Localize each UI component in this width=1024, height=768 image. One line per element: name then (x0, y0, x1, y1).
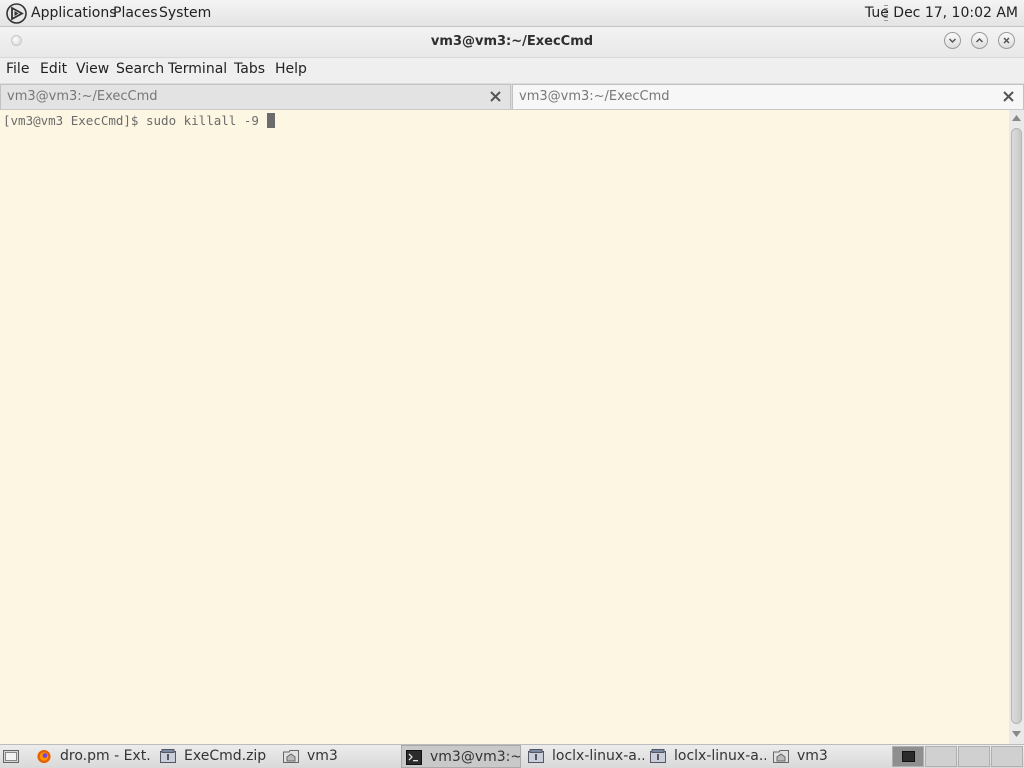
menu-terminal[interactable]: Terminal (168, 61, 227, 77)
tab-label: vm3@vm3:~/ExecCmd (519, 89, 670, 104)
clock[interactable]: Tue Dec 17, 10:02 AM (865, 5, 1018, 21)
taskbar-item-firefox[interactable]: dro.pm - Ext... (32, 745, 152, 768)
scroll-down-icon[interactable] (1012, 731, 1021, 737)
prompt-line: [vm3@vm3 ExecCmd]$ sudo killall -9 (3, 113, 276, 128)
minimize-button[interactable] (944, 32, 961, 49)
chevron-up-icon (975, 37, 984, 43)
scroll-up-icon[interactable] (1012, 115, 1021, 121)
firefox-icon (37, 749, 51, 764)
close-icon[interactable] (1002, 90, 1015, 103)
window-titlebar[interactable]: vm3@vm3:~/ExecCmd (0, 27, 1024, 58)
terminal-icon (406, 750, 422, 765)
top-panel: Applications Places System Tue Dec 17, 1… (0, 0, 1024, 27)
archive-icon (528, 749, 544, 763)
applications-menu[interactable]: Applications (31, 5, 117, 21)
menubar: File Edit View Search Terminal Tabs Help (0, 58, 1024, 83)
taskbar-item-loclx-2[interactable]: loclx-linux-a... (646, 745, 766, 768)
close-icon (1003, 37, 1010, 44)
task-label: vm3@vm3:~... (430, 749, 521, 765)
task-label: vm3 (307, 748, 338, 764)
folder-icon (773, 750, 789, 763)
archive-icon (160, 749, 176, 763)
maximize-button[interactable] (971, 32, 988, 49)
tab-terminal-1[interactable]: vm3@vm3:~/ExecCmd (0, 84, 511, 109)
workspace-3[interactable] (958, 746, 990, 767)
scroll-thumb[interactable] (1011, 128, 1022, 724)
show-desktop-button[interactable] (0, 745, 24, 768)
chevron-down-icon (948, 38, 957, 44)
shell-prompt: [vm3@vm3 ExecCmd]$ (3, 113, 146, 128)
distro-logo-icon[interactable] (6, 3, 27, 24)
close-icon[interactable] (489, 90, 502, 103)
task-label: dro.pm - Ext... (60, 748, 152, 764)
workspace-2[interactable] (925, 746, 957, 767)
folder-icon (283, 750, 299, 763)
workspace-1[interactable] (892, 746, 924, 767)
text-cursor (267, 113, 276, 128)
terminal-output[interactable]: [vm3@vm3 ExecCmd]$ sudo killall -9 (0, 110, 1009, 744)
taskbar-item-execmd-zip[interactable]: ExeCmd.zip (156, 745, 276, 768)
task-label: loclx-linux-a... (552, 748, 644, 764)
archive-icon (650, 749, 666, 763)
taskbar-item-folder-vm3[interactable]: vm3 (279, 745, 399, 768)
places-menu[interactable]: Places (113, 5, 158, 21)
menu-help[interactable]: Help (275, 61, 307, 77)
tab-bar: vm3@vm3:~/ExecCmd vm3@vm3:~/ExecCmd (0, 83, 1024, 110)
task-label: ExeCmd.zip (184, 748, 267, 764)
task-label: vm3 (797, 748, 828, 764)
desktop-icon (3, 750, 19, 763)
terminal-scrollbar[interactable] (1009, 110, 1024, 744)
workspace-4[interactable] (991, 746, 1023, 767)
bottom-taskbar: dro.pm - Ext... ExeCmd.zip vm3 vm3@vm3:~… (0, 744, 1024, 768)
taskbar-item-terminal[interactable]: vm3@vm3:~... (401, 745, 521, 768)
menu-file[interactable]: File (6, 61, 29, 77)
tab-label: vm3@vm3:~/ExecCmd (7, 89, 158, 104)
window-title: vm3@vm3:~/ExecCmd (430, 34, 594, 49)
menu-view[interactable]: View (76, 61, 109, 77)
taskbar-item-loclx-1[interactable]: loclx-linux-a... (524, 745, 644, 768)
menu-edit[interactable]: Edit (40, 61, 67, 77)
menu-tabs[interactable]: Tabs (234, 61, 265, 77)
system-menu[interactable]: System (159, 5, 211, 21)
terminal-icon (902, 751, 915, 762)
taskbar-item-folder-vm3-2[interactable]: vm3 (769, 745, 884, 768)
task-label: loclx-linux-a... (674, 748, 766, 764)
tab-terminal-2[interactable]: vm3@vm3:~/ExecCmd (512, 84, 1024, 109)
typed-command: sudo killall -9 (146, 113, 267, 128)
close-button[interactable] (998, 32, 1015, 49)
menu-search[interactable]: Search (116, 61, 164, 77)
